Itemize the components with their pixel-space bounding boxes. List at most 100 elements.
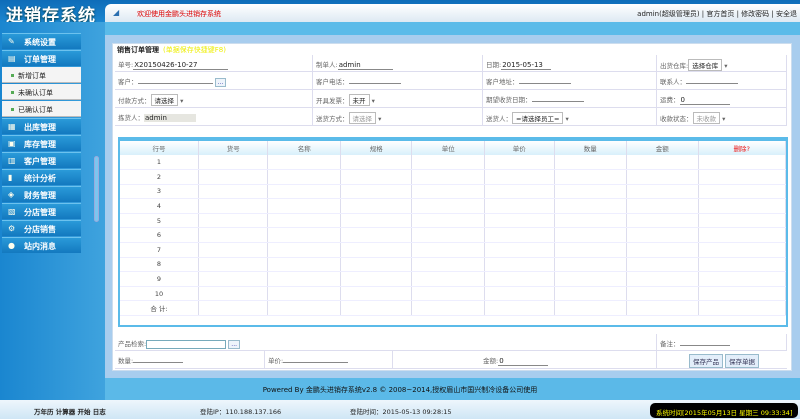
table-cell[interactable] — [626, 242, 699, 258]
remark-input[interactable] — [679, 345, 730, 346]
table-cell[interactable] — [554, 242, 627, 258]
table-cell[interactable] — [340, 155, 413, 171]
table-cell[interactable] — [411, 155, 485, 171]
table-cell[interactable] — [554, 300, 627, 317]
table-cell[interactable] — [484, 198, 555, 214]
status-tools[interactable]: 万年历 计算器 开始 日志 — [34, 406, 106, 416]
table-cell[interactable] — [340, 300, 413, 317]
address-input[interactable] — [518, 83, 571, 84]
table-cell[interactable] — [267, 271, 341, 287]
table-cell[interactable] — [626, 213, 699, 229]
sidebar-item-1[interactable]: ▤ 订单管理 — [2, 50, 81, 66]
table-cell[interactable] — [554, 169, 627, 185]
user-links[interactable]: admin(超级管理员) | 官方首页 | 修改密码 | 安全退 — [637, 9, 797, 19]
table-cell[interactable] — [626, 300, 699, 317]
table-cell[interactable] — [198, 213, 269, 229]
sidebar-item-3[interactable]: ▣ 库存管理 — [2, 135, 81, 151]
table-cell[interactable] — [698, 271, 786, 287]
table-cell[interactable] — [626, 271, 699, 287]
table-cell[interactable] — [626, 184, 699, 200]
table-cell[interactable] — [267, 257, 341, 273]
amount-input[interactable]: 0 — [498, 357, 549, 366]
table-cell[interactable] — [484, 286, 555, 302]
table-cell[interactable] — [698, 184, 786, 200]
table-cell[interactable] — [698, 169, 786, 185]
table-cell[interactable] — [198, 300, 269, 317]
table-cell[interactable] — [198, 169, 269, 185]
table-cell[interactable] — [340, 169, 413, 185]
table-cell[interactable] — [340, 184, 413, 200]
table-cell[interactable] — [340, 242, 413, 258]
price-input[interactable] — [283, 362, 349, 363]
table-cell[interactable] — [484, 169, 555, 185]
sidebar-item-0[interactable]: ✎ 系统设置 — [2, 33, 81, 49]
table-cell[interactable] — [626, 155, 699, 171]
table-cell[interactable] — [698, 198, 786, 214]
table-cell[interactable] — [198, 198, 269, 214]
table-cell[interactable] — [698, 155, 786, 171]
table-cell[interactable] — [626, 286, 699, 302]
table-cell[interactable] — [198, 286, 269, 302]
table-cell[interactable] — [698, 227, 786, 244]
table-cell[interactable] — [626, 169, 699, 185]
table-cell[interactable] — [698, 257, 786, 273]
table-cell[interactable] — [698, 286, 786, 302]
table-cell[interactable] — [411, 286, 485, 302]
sidebar-item-9[interactable]: ● 站内消息 — [2, 237, 81, 253]
sidebar-item-7[interactable]: ▧ 分店管理 — [2, 203, 81, 219]
phone-input[interactable] — [348, 83, 401, 84]
maker-input[interactable]: admin — [337, 61, 393, 70]
sidebar-subitem-1[interactable]: 未确认订单 — [2, 84, 81, 100]
table-cell[interactable] — [198, 155, 269, 171]
table-cell[interactable] — [340, 198, 413, 214]
sidebar-toggle-handle[interactable] — [94, 156, 99, 222]
table-cell[interactable] — [626, 198, 699, 214]
table-cell[interactable] — [198, 184, 269, 200]
date-input[interactable]: 2015-05-13 — [501, 61, 552, 70]
table-cell[interactable] — [411, 198, 485, 214]
table-cell[interactable] — [484, 271, 555, 287]
table-cell[interactable] — [554, 213, 627, 229]
table-cell[interactable] — [484, 300, 555, 317]
picker-input[interactable]: admin — [144, 114, 196, 122]
sidebar-subitem-0[interactable]: 新增订单 — [2, 67, 81, 83]
sidebar-item-5[interactable]: ▮ 统计分析 — [2, 169, 81, 185]
product-search-input[interactable] — [146, 339, 227, 349]
table-cell[interactable] — [267, 155, 341, 171]
table-cell[interactable] — [554, 257, 627, 273]
table-cell[interactable] — [626, 257, 699, 273]
table-cell[interactable] — [198, 227, 269, 244]
table-cell[interactable] — [698, 242, 786, 258]
save-order-button[interactable]: 保存单据 — [725, 354, 759, 368]
expected-date-input[interactable] — [531, 101, 584, 102]
table-cell[interactable] — [554, 198, 627, 214]
order-no-input[interactable]: X20150426-10-27 — [133, 61, 229, 70]
payment-select[interactable]: 请选择 — [150, 94, 178, 106]
table-cell[interactable] — [484, 184, 555, 200]
warehouse-select[interactable]: 选择仓库 — [688, 59, 723, 71]
table-cell[interactable] — [267, 169, 341, 185]
deliverer-select[interactable]: =请选择员工= — [512, 112, 564, 124]
table-cell[interactable] — [267, 198, 341, 214]
table-cell[interactable] — [267, 184, 341, 200]
contact-input[interactable] — [686, 83, 738, 84]
sidebar-item-8[interactable]: ⚙ 分店销售 — [2, 220, 81, 236]
sidebar-item-6[interactable]: ◈ 财务管理 — [2, 186, 81, 202]
table-cell[interactable] — [340, 286, 413, 302]
freight-input[interactable]: 0 — [679, 96, 730, 105]
invoice-select[interactable]: 未开 — [348, 94, 370, 106]
table-cell[interactable] — [484, 213, 555, 229]
table-cell[interactable] — [340, 213, 413, 229]
table-cell[interactable] — [411, 300, 485, 317]
table-cell[interactable] — [411, 271, 485, 287]
sidebar-subitem-2[interactable]: 已确认订单 — [2, 101, 81, 117]
customer-browse-button[interactable]: ... — [214, 77, 227, 87]
table-cell[interactable] — [484, 257, 555, 273]
table-cell[interactable] — [554, 286, 627, 302]
table-cell[interactable] — [484, 227, 555, 244]
table-cell[interactable] — [554, 155, 627, 171]
table-cell[interactable] — [554, 271, 627, 287]
table-cell[interactable] — [340, 271, 413, 287]
ship-select[interactable]: 请选择 — [348, 112, 376, 124]
table-cell[interactable] — [267, 242, 341, 258]
